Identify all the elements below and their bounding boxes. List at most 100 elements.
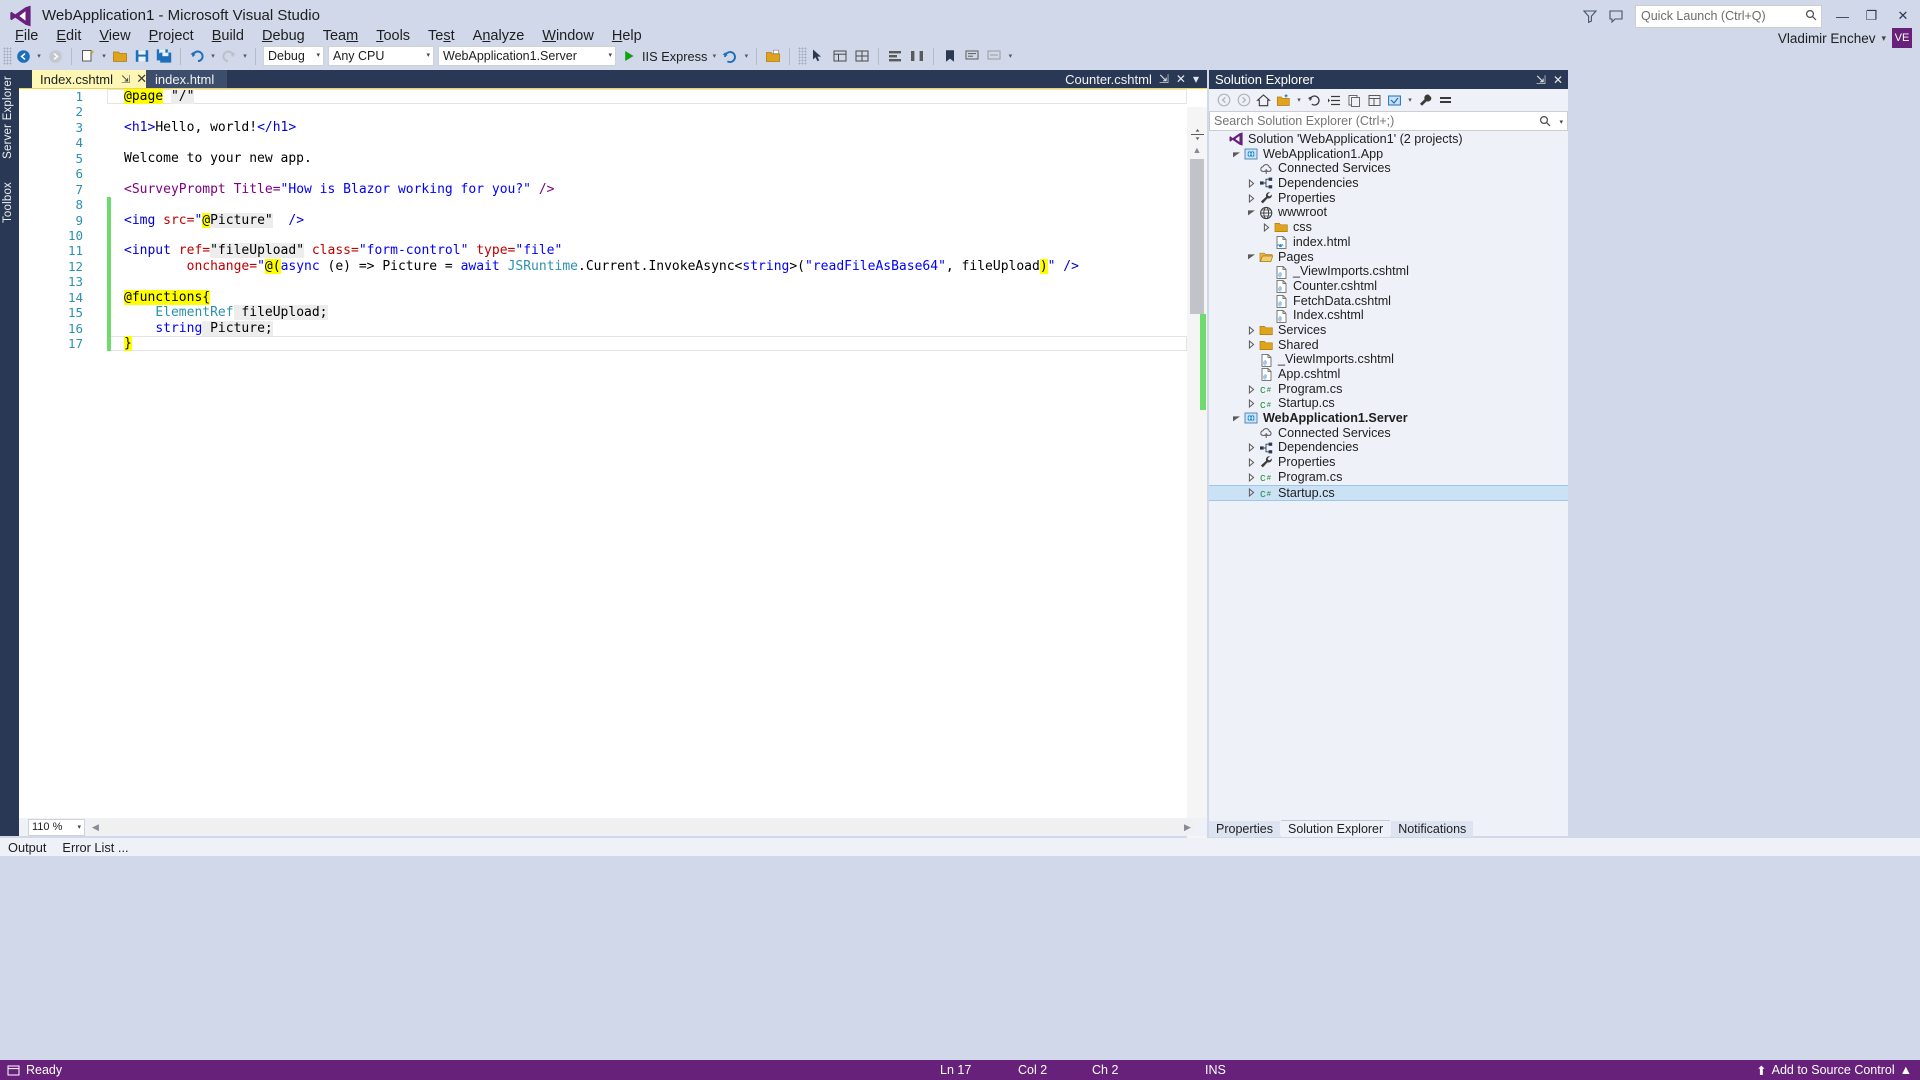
open-file-icon[interactable] [110,46,130,66]
tree-item-solution-webapplication1-2-projects[interactable]: Solution 'WebApplication1' (2 projects) [1209,132,1568,147]
attach-process-icon[interactable] [720,46,740,66]
code-line[interactable]: 3 <h1>Hello, world!</h1> [19,120,1187,135]
solution-explorer-search[interactable]: ▾ [1209,111,1568,131]
pending-changes-caret-icon[interactable]: ▾ [1294,96,1304,104]
code-line[interactable]: 16 string Picture; [19,320,1187,336]
startup-project-combo[interactable]: WebApplication1.Server ▾ [438,46,616,66]
expand-triangle-icon[interactable] [1245,486,1258,500]
menu-file[interactable]: File [6,26,47,46]
code-line[interactable]: 9 <img src="@Picture" /> [19,212,1187,228]
search-icon[interactable] [1539,115,1551,127]
solution-explorer-icon[interactable] [763,46,783,66]
start-debugging-icon[interactable] [619,46,639,66]
sidebar-item-toolbox[interactable]: Toolbox [2,182,14,223]
expand-triangle-icon[interactable] [1245,323,1258,337]
run-target-caret-icon[interactable]: ▾ [709,52,719,60]
code-line[interactable]: 11 <input ref="fileUpload" class="form-co… [19,243,1187,259]
menu-help[interactable]: Help [603,26,651,46]
platform-combo[interactable]: Any CPU ▾ [328,46,434,66]
pin-icon[interactable]: ⇲ [1536,73,1546,87]
code-line[interactable]: 6 [19,166,1187,181]
table-icon[interactable] [830,46,850,66]
collapse-triangle-icon[interactable] [1245,250,1258,264]
scroll-up-arrow-icon[interactable]: ▲ [1190,143,1204,156]
collapse-triangle-icon[interactable] [1245,206,1258,220]
tab-solution-explorer[interactable]: Solution Explorer [1280,820,1391,837]
collapse-triangle-icon[interactable] [1230,411,1243,425]
expand-triangle-icon[interactable] [1245,441,1258,455]
filter-view-icon[interactable] [1436,91,1455,110]
tree-item-startup-cs[interactable]: C # Startup.cs [1209,484,1568,502]
menu-tools[interactable]: Tools [367,26,419,46]
tree-item-webapplication1-server[interactable]: WebApplication1.Server [1209,411,1568,426]
new-project-icon[interactable] [78,46,98,66]
code-line[interactable]: 2 [19,104,1187,119]
toolbar-grip-2[interactable] [798,47,808,65]
menu-build[interactable]: Build [203,26,253,46]
code-line[interactable]: 10 [19,227,1187,244]
tree-item-webapplication1-app[interactable]: WebApplication1.App [1209,147,1568,162]
split-view-icon[interactable] [1189,127,1205,141]
expand-triangle-icon[interactable] [1260,220,1273,234]
tree-item-services[interactable]: Services [1209,323,1568,338]
tree-item-connected-services[interactable]: Connected Services [1209,161,1568,176]
expand-triangle-icon[interactable] [1245,338,1258,352]
undo-icon[interactable] [187,46,207,66]
tree-item-app-cshtml[interactable]: @ App.cshtml [1209,367,1568,382]
navigate-back-caret-icon[interactable]: ▾ [34,52,44,60]
configuration-combo[interactable]: Debug ▾ [263,46,324,66]
show-all-files-icon[interactable] [1345,91,1364,110]
preview-caret-icon[interactable]: ▾ [1405,96,1415,104]
tree-item-dependencies[interactable]: Dependencies [1209,440,1568,455]
code-line[interactable]: 13 [19,274,1187,290]
tree-item-startup-cs[interactable]: C # Startup.cs [1209,396,1568,411]
distribute-icon[interactable] [907,46,927,66]
tab-properties[interactable]: Properties [1209,821,1280,837]
code-line[interactable]: 4 [19,135,1187,150]
status-source-control[interactable]: ⬆ Add to Source Control ▲ [1756,1063,1912,1078]
search-input[interactable] [1210,113,1536,129]
align-icon[interactable] [885,46,905,66]
tab-output[interactable]: Output [0,840,54,855]
expand-triangle-icon[interactable] [1245,397,1258,411]
scrollbar-thumb[interactable] [1190,159,1204,314]
tree-item-fetchdata-cshtml[interactable]: @ FetchData.cshtml [1209,294,1568,309]
tree-item-viewimports-cshtml[interactable]: @ _ViewImports.cshtml [1209,352,1568,367]
tree-item-dependencies[interactable]: Dependencies [1209,176,1568,191]
code-line[interactable]: 17} [19,336,1187,352]
comment-icon[interactable] [962,46,982,66]
tree-item-properties[interactable]: Properties [1209,455,1568,470]
tree-item-index-html[interactable]: index.html [1209,235,1568,250]
undo-caret-icon[interactable]: ▾ [208,52,218,60]
sidebar-item-server-explorer[interactable]: Server Explorer [2,76,14,159]
code-line[interactable]: 1 @page "/" [19,89,1187,105]
code-line[interactable]: 7 <SurveyPrompt Title="How is Blazor work… [19,182,1187,197]
navigate-back-icon[interactable] [13,46,33,66]
menu-debug[interactable]: Debug [253,26,314,46]
chevron-down-icon[interactable]: ▾ [1559,118,1563,126]
refresh-icon[interactable] [1305,91,1324,110]
collapse-triangle-icon[interactable] [1230,147,1243,161]
tab-notifications[interactable]: Notifications [1391,821,1474,837]
tree-item-program-cs[interactable]: C # Program.cs [1209,382,1568,397]
code-line[interactable]: 12 onchange="@(async (e) => Picture = aw… [19,258,1187,275]
editor-vertical-scrollbar[interactable]: ▲ ▼ [1187,107,1207,839]
close-icon[interactable]: ✕ [1553,73,1563,87]
bookmark-icon[interactable] [940,46,960,66]
expand-triangle-icon[interactable] [1245,455,1258,469]
save-all-icon[interactable] [154,46,174,66]
code-line[interactable]: 15 ElementRef fileUpload; [19,305,1187,321]
code-line[interactable]: 5 Welcome to your new app. [19,151,1187,166]
expand-triangle-icon[interactable] [1245,191,1258,205]
run-target-label[interactable]: IIS Express [640,49,709,64]
expand-triangle-icon[interactable] [1245,176,1258,190]
overflow-caret-icon[interactable]: ▾ [1005,52,1015,60]
tree-item-properties[interactable]: Properties [1209,191,1568,206]
menu-analyze[interactable]: Analyze [464,26,534,46]
collapse-all-icon[interactable] [1325,91,1344,110]
toolbar-grip[interactable] [3,47,12,65]
menu-test[interactable]: Test [419,26,464,46]
menu-view[interactable]: View [90,26,139,46]
zoom-level-combo[interactable]: 110 % ▾ [28,818,85,836]
tree-item-index-cshtml[interactable]: @ Index.cshtml [1209,308,1568,323]
